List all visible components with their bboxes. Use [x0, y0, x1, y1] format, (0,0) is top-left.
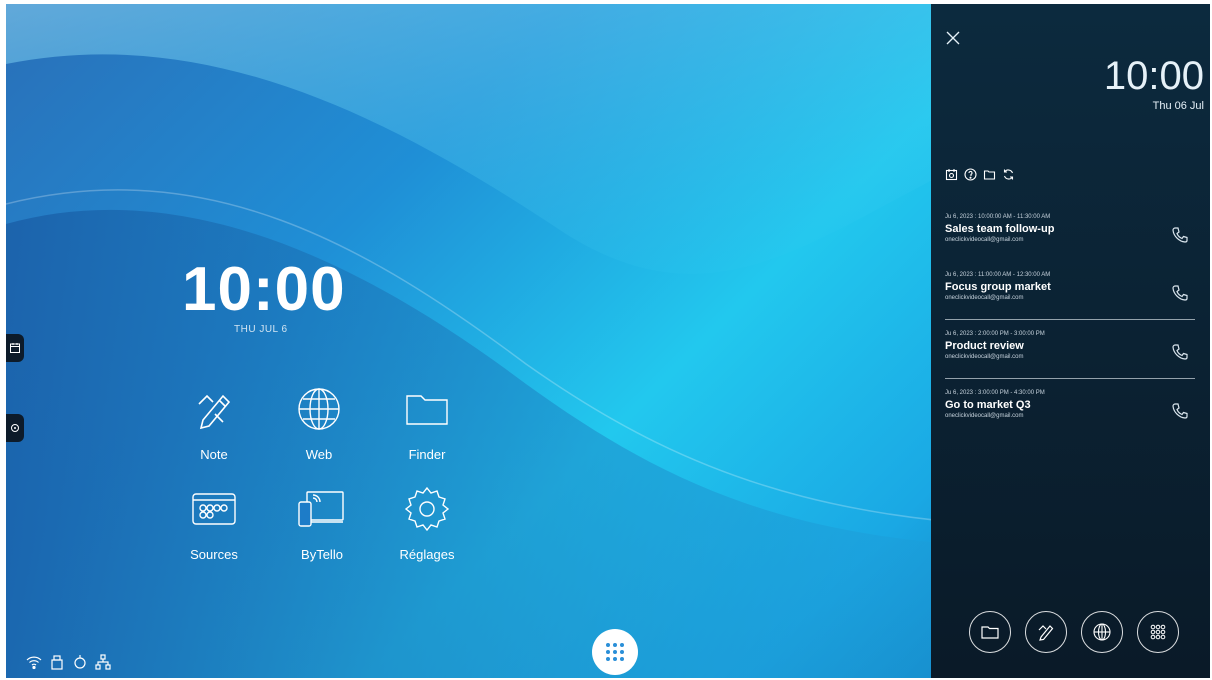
panel-quick-actions — [969, 611, 1179, 653]
app-label: Web — [305, 447, 333, 462]
divider — [945, 378, 1195, 379]
globe-icon — [298, 388, 340, 430]
event-item[interactable]: Ju 6, 2023 : 11:00:00 AM - 12:30:00 AM F… — [945, 272, 1197, 324]
app-label: Finder — [408, 447, 446, 462]
home-clock: 10:00 — [182, 255, 346, 324]
desktop-screen: 10:00 THU JUL 6 Note Web Finder Sources — [6, 4, 1210, 678]
refresh-icon[interactable] — [1002, 168, 1015, 181]
folder-icon — [981, 626, 999, 639]
app-drawer-button[interactable] — [592, 629, 638, 675]
globe-icon — [1093, 623, 1111, 641]
event-title: Product review — [945, 340, 1024, 352]
calendar-side-tab[interactable] — [6, 334, 24, 362]
web-quick-button[interactable] — [1081, 611, 1123, 653]
event-email: oneclickvideocall@gmail.com — [945, 237, 1024, 243]
event-email: oneclickvideocall@gmail.com — [945, 354, 1024, 360]
panel-date: Thu 06 Jul — [1152, 100, 1204, 112]
home-date: THU JUL 6 — [234, 324, 288, 335]
calendar-sync-icon[interactable] — [945, 168, 958, 181]
event-time: Ju 6, 2023 : 3:00:00 PM - 4:30:00 PM — [945, 390, 1045, 396]
event-time: Ju 6, 2023 : 11:00:00 AM - 12:30:00 AM — [945, 272, 1051, 278]
phone-icon[interactable] — [1171, 226, 1189, 244]
close-icon[interactable] — [945, 30, 961, 46]
apps-grid-icon — [606, 643, 624, 661]
apps-quick-button[interactable] — [1137, 611, 1179, 653]
calendar-icon — [10, 343, 20, 353]
status-bar — [26, 654, 111, 670]
app-label: Réglages — [399, 547, 455, 562]
app-web[interactable]: Web — [274, 384, 364, 462]
app-finder[interactable]: Finder — [382, 384, 472, 462]
event-email: oneclickvideocall@gmail.com — [945, 295, 1024, 301]
event-item[interactable]: Ju 6, 2023 : 3:00:00 PM - 4:30:00 PM Go … — [945, 390, 1197, 442]
folder-outline-icon[interactable] — [983, 168, 996, 181]
app-sources[interactable]: Sources — [169, 484, 259, 562]
sources-icon — [192, 493, 236, 525]
apps-grid-icon — [1150, 624, 1166, 640]
note-quick-button[interactable] — [1025, 611, 1067, 653]
phone-icon[interactable] — [1171, 343, 1189, 361]
toolbox-icon — [11, 424, 19, 432]
app-label: Sources — [190, 547, 238, 562]
gear-icon — [404, 486, 450, 532]
panel-clock: 10:00 — [1103, 54, 1204, 98]
help-icon[interactable] — [964, 168, 977, 181]
settings-side-tab[interactable] — [6, 414, 24, 442]
event-item[interactable]: Ju 6, 2023 : 10:00:00 AM - 11:30:00 AM S… — [945, 214, 1197, 266]
app-note[interactable]: Note — [169, 384, 259, 462]
network-icon — [95, 654, 111, 670]
phone-icon[interactable] — [1171, 284, 1189, 302]
note-icon — [198, 394, 231, 430]
side-panel: 10:00 Thu 06 Jul Ju 6, 2023 : 10:00:00 A… — [931, 4, 1210, 678]
event-email: oneclickvideocall@gmail.com — [945, 413, 1024, 419]
app-reglages[interactable]: Réglages — [382, 484, 472, 562]
cast-icon — [74, 655, 86, 669]
event-time: Ju 6, 2023 : 10:00:00 AM - 11:30:00 AM — [945, 214, 1051, 220]
app-bytello[interactable]: ByTello — [277, 484, 367, 562]
screen-share-icon — [298, 491, 344, 527]
usb-icon — [51, 655, 63, 670]
wifi-icon — [26, 656, 42, 670]
app-label: Note — [200, 447, 228, 462]
folder-icon — [406, 395, 448, 425]
panel-toolbar — [945, 168, 1015, 181]
divider — [945, 319, 1195, 320]
phone-icon[interactable] — [1171, 402, 1189, 420]
event-title: Focus group market — [945, 281, 1051, 293]
event-time: Ju 6, 2023 : 2:00:00 PM - 3:00:00 PM — [945, 331, 1045, 337]
event-title: Go to market Q3 — [945, 399, 1031, 411]
event-title: Sales team follow-up — [945, 223, 1055, 235]
finder-quick-button[interactable] — [969, 611, 1011, 653]
app-label: ByTello — [301, 547, 343, 562]
note-icon — [1038, 625, 1054, 641]
event-item[interactable]: Ju 6, 2023 : 2:00:00 PM - 3:00:00 PM Pro… — [945, 331, 1197, 383]
